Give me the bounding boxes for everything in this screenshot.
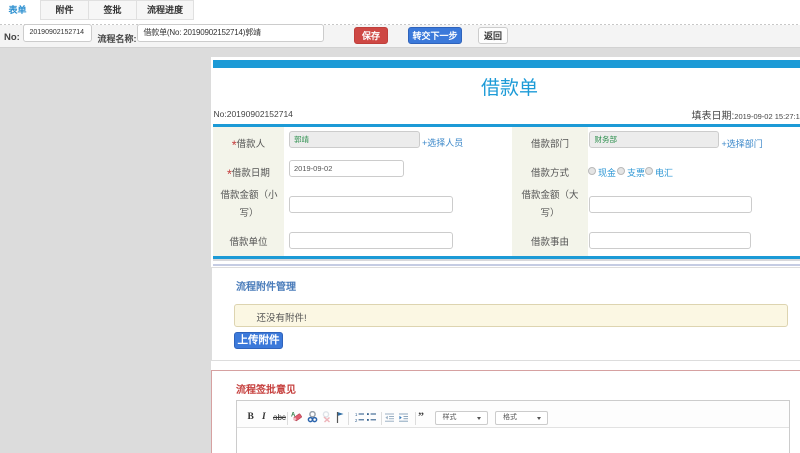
svg-text:1: 1 — [355, 412, 358, 417]
svg-text:2: 2 — [355, 418, 358, 422]
